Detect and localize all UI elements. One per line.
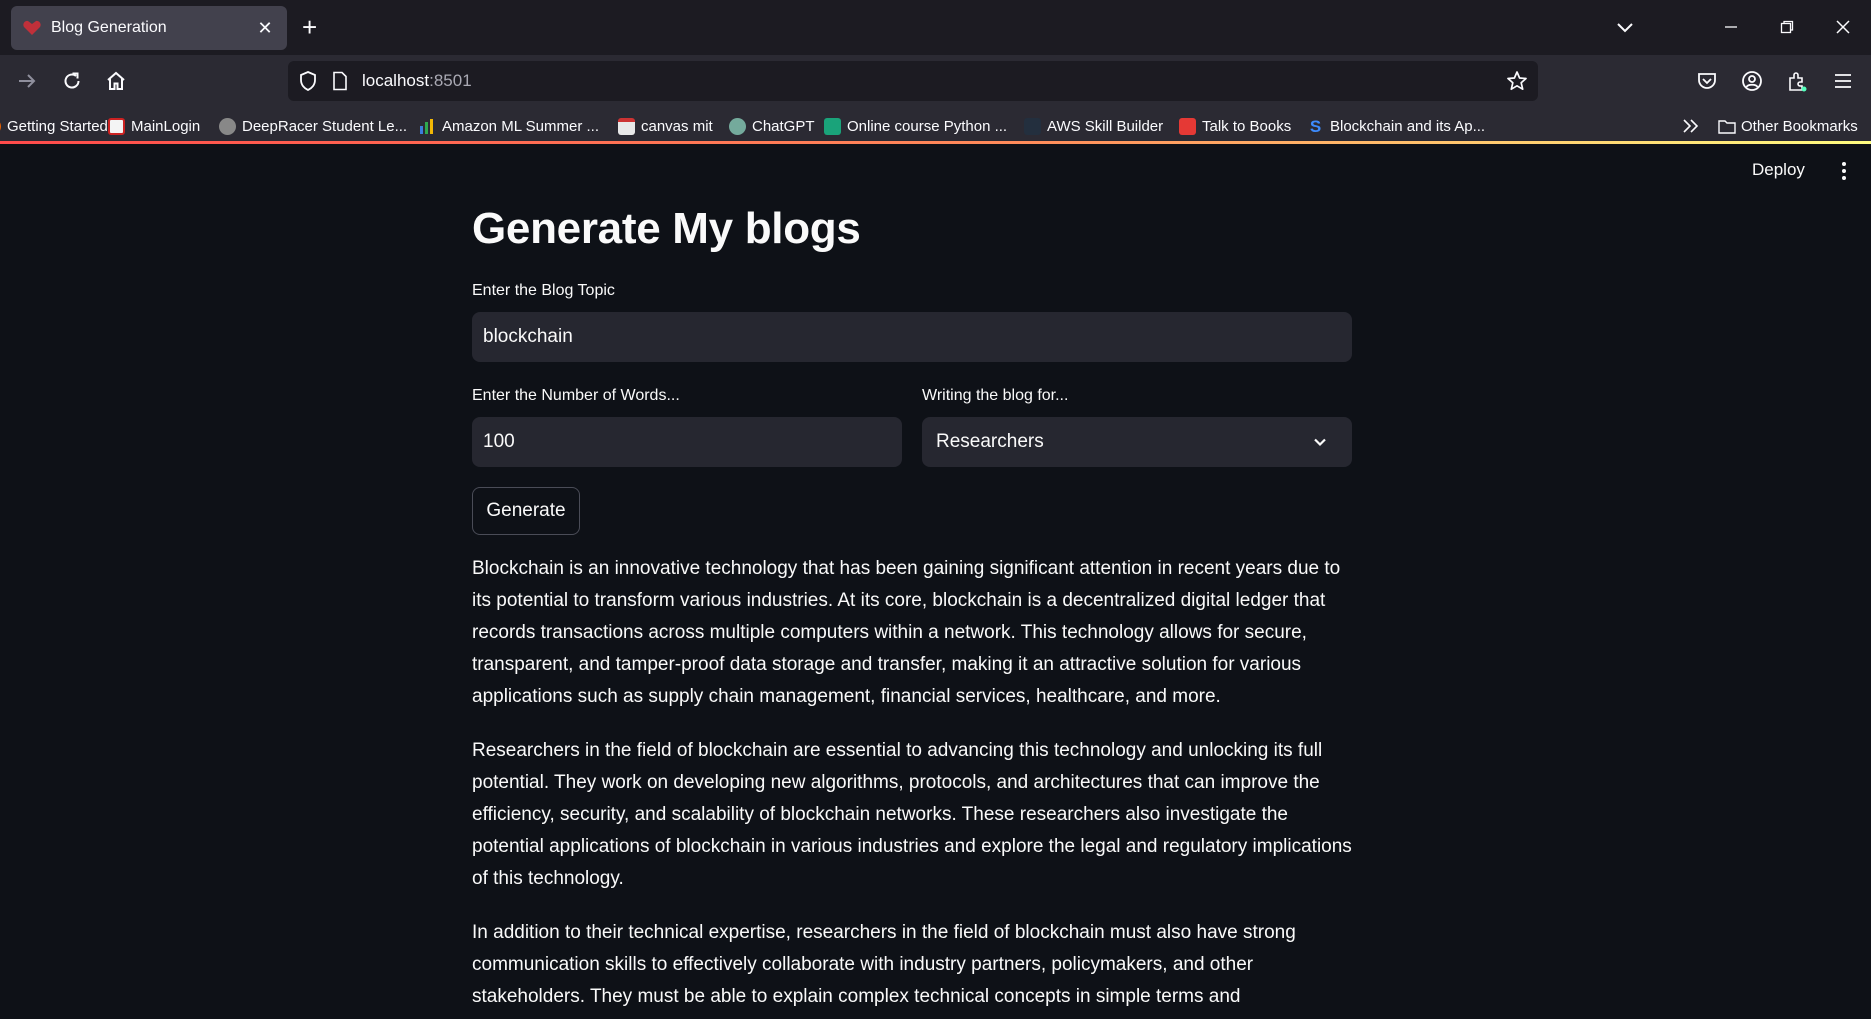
main-menu-icon[interactable] <box>1836 160 1852 182</box>
bookmark-item[interactable]: Online course Python ... <box>824 114 1007 138</box>
page-title: Generate My blogs <box>472 204 861 253</box>
bookmark-item[interactable]: Talk to Books <box>1179 114 1291 138</box>
site-icon <box>108 117 125 135</box>
bookmarks-toolbar: Getting Started MainLogin DeepRacer Stud… <box>0 108 1871 143</box>
navigation-toolbar: localhost:8501 <box>0 55 1871 108</box>
more-bookmarks-chevron-icon[interactable] <box>1682 114 1700 138</box>
deploy-button[interactable]: Deploy <box>1752 160 1805 180</box>
shield-icon[interactable] <box>298 70 318 97</box>
deepracer-icon <box>219 117 236 135</box>
bookmark-item[interactable]: canvas mit <box>618 114 713 138</box>
bookmark-item[interactable]: MainLogin <box>108 114 200 138</box>
bookmark-item[interactable]: Getting Started <box>0 114 108 138</box>
chatgpt-icon <box>729 117 746 135</box>
pocket-icon[interactable] <box>1694 68 1720 94</box>
bookmark-item[interactable]: Amazon ML Summer ... <box>419 114 599 138</box>
page-info-icon[interactable] <box>332 71 348 96</box>
close-window-icon[interactable] <box>1828 13 1858 41</box>
generate-button[interactable]: Generate <box>472 487 580 535</box>
tab-title: Blog Generation <box>51 19 167 36</box>
graduation-icon <box>824 117 841 135</box>
word-count-input[interactable]: 100 <box>472 417 902 467</box>
chevron-down-icon <box>1312 434 1328 450</box>
home-icon[interactable] <box>103 68 129 94</box>
book-icon <box>1179 117 1196 135</box>
blog-paragraph: In addition to their technical expertise… <box>472 922 1296 1019</box>
audience-label: Writing the blog for... <box>922 387 1069 404</box>
bookmark-item[interactable]: AWS Skill Builder <box>1024 114 1163 138</box>
firefox-icon <box>0 117 1 135</box>
address-bar[interactable]: localhost:8501 <box>288 61 1538 101</box>
active-tab[interactable]: Blog Generation ✕ <box>11 6 287 50</box>
blog-paragraph: Blockchain is an innovative technology t… <box>472 558 1341 707</box>
new-tab-icon[interactable]: + <box>302 14 317 40</box>
topic-label: Enter the Blog Topic <box>472 282 615 299</box>
minimize-icon[interactable] <box>1716 13 1746 41</box>
canvas-icon <box>618 117 635 135</box>
extensions-icon[interactable] <box>1784 68 1810 94</box>
folder-icon <box>1718 118 1736 135</box>
other-bookmarks[interactable]: Other Bookmarks <box>1718 114 1858 138</box>
forward-arrow-icon[interactable] <box>14 68 40 94</box>
words-label: Enter the Number of Words... <box>472 387 680 404</box>
bookmark-item[interactable]: ChatGPT <box>729 114 815 138</box>
url-text[interactable]: localhost:8501 <box>362 71 472 91</box>
s-icon: S <box>1309 116 1322 136</box>
reload-icon[interactable] <box>59 68 85 94</box>
hamburger-menu-icon[interactable] <box>1830 68 1856 94</box>
blog-topic-input[interactable]: blockchain <box>472 312 1352 362</box>
chart-icon <box>419 118 436 135</box>
blog-topic-value: blockchain <box>483 326 573 347</box>
audience-selected-value: Researchers <box>936 431 1044 452</box>
bookmark-star-icon[interactable] <box>1506 70 1528 97</box>
restore-icon[interactable] <box>1772 13 1802 41</box>
bookmark-item[interactable]: S Blockchain and its Ap... <box>1307 114 1485 138</box>
tab-bar: Blog Generation ✕ + <box>0 0 1871 55</box>
bookmark-item[interactable]: DeepRacer Student Le... <box>219 114 407 138</box>
list-all-tabs-icon[interactable] <box>1614 16 1636 38</box>
blog-paragraph: Researchers in the field of blockchain a… <box>472 740 1352 889</box>
account-icon[interactable] <box>1739 68 1765 94</box>
streamlit-favicon-icon <box>23 19 41 37</box>
word-count-value: 100 <box>483 431 515 452</box>
audience-select[interactable]: Researchers <box>922 417 1352 467</box>
aws-icon <box>1024 117 1041 135</box>
streamlit-app: Deploy Generate My blogs Enter the Blog … <box>0 144 1871 1019</box>
tab-close-icon[interactable]: ✕ <box>255 18 275 38</box>
